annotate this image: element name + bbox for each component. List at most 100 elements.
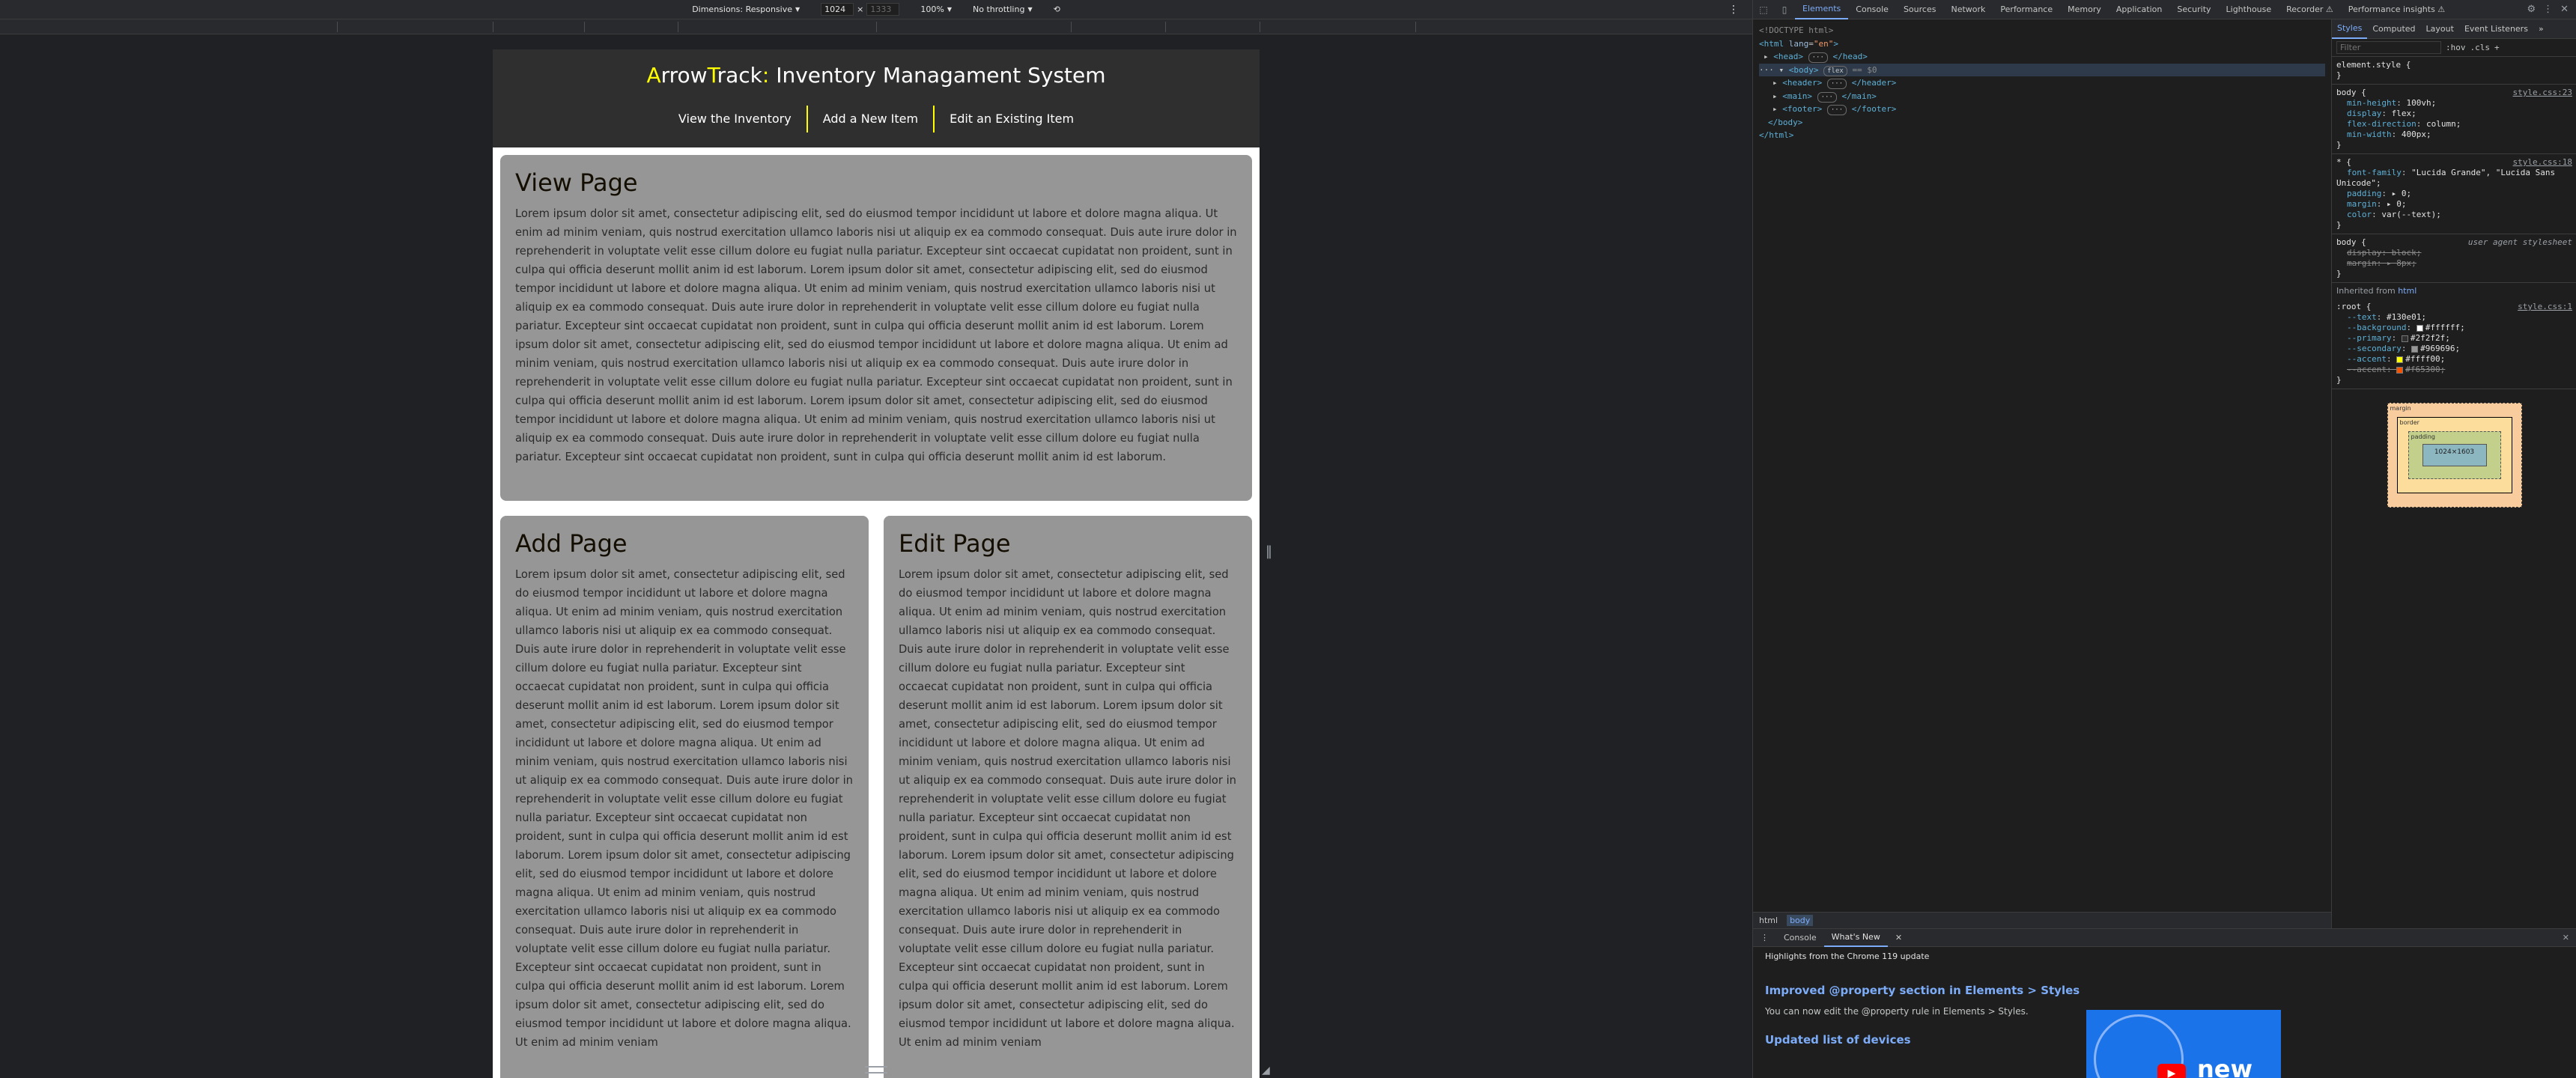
resize-handle-bottom[interactable] — [865, 1066, 887, 1074]
hover-state-button[interactable]: :hov — [2446, 43, 2466, 52]
throttling-label: No throttling — [972, 4, 1025, 14]
color-swatch[interactable] — [2416, 324, 2423, 332]
title-rack: rack — [717, 63, 762, 88]
class-toggle-button[interactable]: .cls — [2470, 43, 2491, 52]
media-query-ruler[interactable] — [0, 19, 1752, 34]
body-node[interactable]: ··· ▾ <body> flex == $0 — [1759, 63, 2325, 76]
title-letter-a: A — [646, 63, 661, 88]
tab-console[interactable]: Console — [1848, 0, 1896, 19]
breadcrumb-html[interactable]: html — [1759, 916, 1778, 925]
resize-corner-icon[interactable]: ◢ — [1262, 1065, 1270, 1077]
html-node[interactable]: <html lang="en"> — [1759, 37, 2325, 51]
css-declaration[interactable]: min-height: 100vh; — [2336, 98, 2572, 109]
css-declaration[interactable]: color: var(--text); — [2336, 210, 2572, 220]
ruler-tick — [337, 22, 338, 32]
more-options-icon[interactable]: ⋮ — [2543, 4, 2553, 15]
height-input[interactable] — [866, 3, 900, 16]
times-separator: × — [857, 4, 864, 14]
css-declaration[interactable]: padding: ▸ 0; — [2336, 189, 2572, 199]
head-node[interactable]: ▸ <head> ··· </head> — [1759, 50, 2325, 64]
box-model-border-label: border — [2399, 419, 2419, 426]
nav-view-inventory[interactable]: View the Inventory — [663, 106, 806, 133]
close-tab-icon[interactable]: ✕ — [1888, 929, 1910, 947]
css-variable-overridden[interactable]: --accent: #f65300; — [2336, 365, 2572, 375]
zoom-dropdown[interactable]: 100% ▼ — [920, 4, 952, 14]
rule-source-link[interactable]: style.css:18 — [2513, 157, 2572, 168]
nav-add-item[interactable]: Add a New Item — [806, 106, 933, 133]
tab-performance[interactable]: Performance — [1993, 0, 2060, 19]
css-declaration-overridden: margin: ▸ 8px; — [2347, 258, 2416, 268]
width-input[interactable] — [821, 3, 854, 16]
tab-performance-insights[interactable]: Performance insights ⚠ — [2341, 0, 2452, 19]
dimensions-label: Dimensions: Responsive — [692, 4, 792, 14]
site-header: ArrowTrack: Inventory Managament System … — [493, 49, 1260, 147]
color-swatch[interactable] — [2396, 366, 2404, 374]
css-variable[interactable]: --primary: #2f2f2f; — [2336, 333, 2572, 344]
whats-new-video-thumbnail[interactable]: ▶ new — [2086, 1010, 2281, 1078]
tab-event-listeners[interactable]: Event Listeners — [2459, 19, 2533, 39]
header-node[interactable]: ▸ <header> ··· </header> — [1759, 76, 2325, 90]
dimensions-dropdown[interactable]: Dimensions: Responsive ▼ — [692, 4, 800, 14]
whats-new-item-heading[interactable]: Improved @property section in Elements >… — [1765, 984, 2565, 997]
rule-source-link[interactable]: style.css:23 — [2513, 88, 2572, 98]
rule-source-link[interactable]: style.css:1 — [2518, 302, 2572, 312]
css-variable[interactable]: --text: #130e01; — [2336, 312, 2572, 323]
box-model-padding[interactable]: padding 1024×1603 — [2408, 431, 2501, 479]
more-tabs-icon[interactable]: » — [2533, 19, 2549, 39]
tab-sources[interactable]: Sources — [1896, 0, 1944, 19]
view-page-text: Lorem ipsum dolor sit amet, consectetur … — [515, 207, 1237, 463]
main-node[interactable]: ▸ <main> ··· </main> — [1759, 90, 2325, 103]
edit-page-text: Lorem ipsum dolor sit amet, consectetur … — [899, 568, 1236, 1049]
styles-filter-input[interactable] — [2336, 41, 2441, 54]
caret-down-icon: ▼ — [947, 6, 952, 13]
drawer-menu-icon[interactable]: ⋮ — [1753, 929, 1776, 947]
body-style-rule: style.css:23 body { min-height: 100vh; d… — [2332, 85, 2576, 154]
rotate-button[interactable]: ⟲ — [1054, 4, 1060, 14]
css-declaration[interactable]: display: flex; — [2336, 109, 2572, 119]
tab-network[interactable]: Network — [1943, 0, 1993, 19]
css-variable[interactable]: --secondary: #969696; — [2336, 344, 2572, 354]
tab-styles[interactable]: Styles — [2332, 19, 2368, 39]
css-declaration[interactable]: margin: ▸ 0; — [2336, 199, 2572, 210]
box-model-content[interactable]: 1024×1603 — [2422, 444, 2487, 466]
footer-node[interactable]: ▸ <footer> ··· </footer> — [1759, 103, 2325, 116]
color-swatch[interactable] — [2396, 356, 2404, 363]
tab-layout[interactable]: Layout — [2421, 19, 2459, 39]
breadcrumb-body[interactable]: body — [1787, 915, 1814, 926]
tab-memory[interactable]: Memory — [2060, 0, 2109, 19]
gear-icon[interactable]: ⚙ — [2527, 4, 2536, 15]
throttling-dropdown[interactable]: No throttling ▼ — [973, 4, 1033, 14]
page-frame: ArrowTrack: Inventory Managament System … — [493, 49, 1260, 1078]
css-declaration[interactable]: min-width: 400px; — [2336, 130, 2572, 140]
css-declaration[interactable]: font-family: "Lucida Grande", "Lucida Sa… — [2336, 168, 2572, 189]
inherited-from-link[interactable]: html — [2398, 286, 2416, 296]
device-toggle-icon[interactable]: ▯ — [1774, 4, 1795, 15]
add-rule-button[interactable]: + — [2494, 43, 2500, 52]
close-drawer-icon[interactable]: ✕ — [2563, 933, 2576, 943]
box-model-border[interactable]: border padding 1024×1603 — [2396, 417, 2512, 493]
tab-security[interactable]: Security — [2169, 0, 2218, 19]
drawer-tab-console[interactable]: Console — [1776, 929, 1824, 947]
tab-application[interactable]: Application — [2109, 0, 2169, 19]
tab-recorder[interactable]: Recorder ⚠ — [2279, 0, 2341, 19]
css-variable[interactable]: --accent: #ffff00; — [2336, 354, 2572, 365]
inspect-icon[interactable]: ⬚ — [1753, 4, 1774, 15]
more-options-icon[interactable]: ⋮ — [1728, 4, 1739, 16]
tab-lighthouse[interactable]: Lighthouse — [2219, 0, 2279, 19]
universal-style-rule: style.css:18 * { font-family: "Lucida Gr… — [2332, 154, 2576, 234]
drawer-tab-whats-new[interactable]: What's New — [1823, 929, 1888, 947]
box-model-margin-label: margin — [2390, 405, 2411, 412]
resize-handle-right[interactable]: ‖ — [1266, 543, 1272, 566]
nav-edit-item[interactable]: Edit an Existing Item — [933, 106, 1089, 133]
tab-computed[interactable]: Computed — [2367, 19, 2420, 39]
user-agent-style-rule: user agent stylesheet body { display: bl… — [2332, 234, 2576, 283]
color-swatch[interactable] — [2401, 335, 2408, 342]
tab-elements[interactable]: Elements — [1795, 0, 1849, 19]
caret-down-icon: ▼ — [1027, 6, 1033, 13]
color-swatch[interactable] — [2411, 345, 2419, 353]
css-declaration[interactable]: flex-direction: column; — [2336, 119, 2572, 130]
devtools-drawer: ⋮ Console What's New ✕ ✕ Highlights from… — [1753, 928, 2576, 1078]
site-nav: View the Inventory Add a New Item Edit a… — [493, 106, 1260, 133]
close-icon[interactable]: ✕ — [2560, 4, 2569, 15]
css-variable[interactable]: --background: #ffffff; — [2336, 323, 2572, 333]
